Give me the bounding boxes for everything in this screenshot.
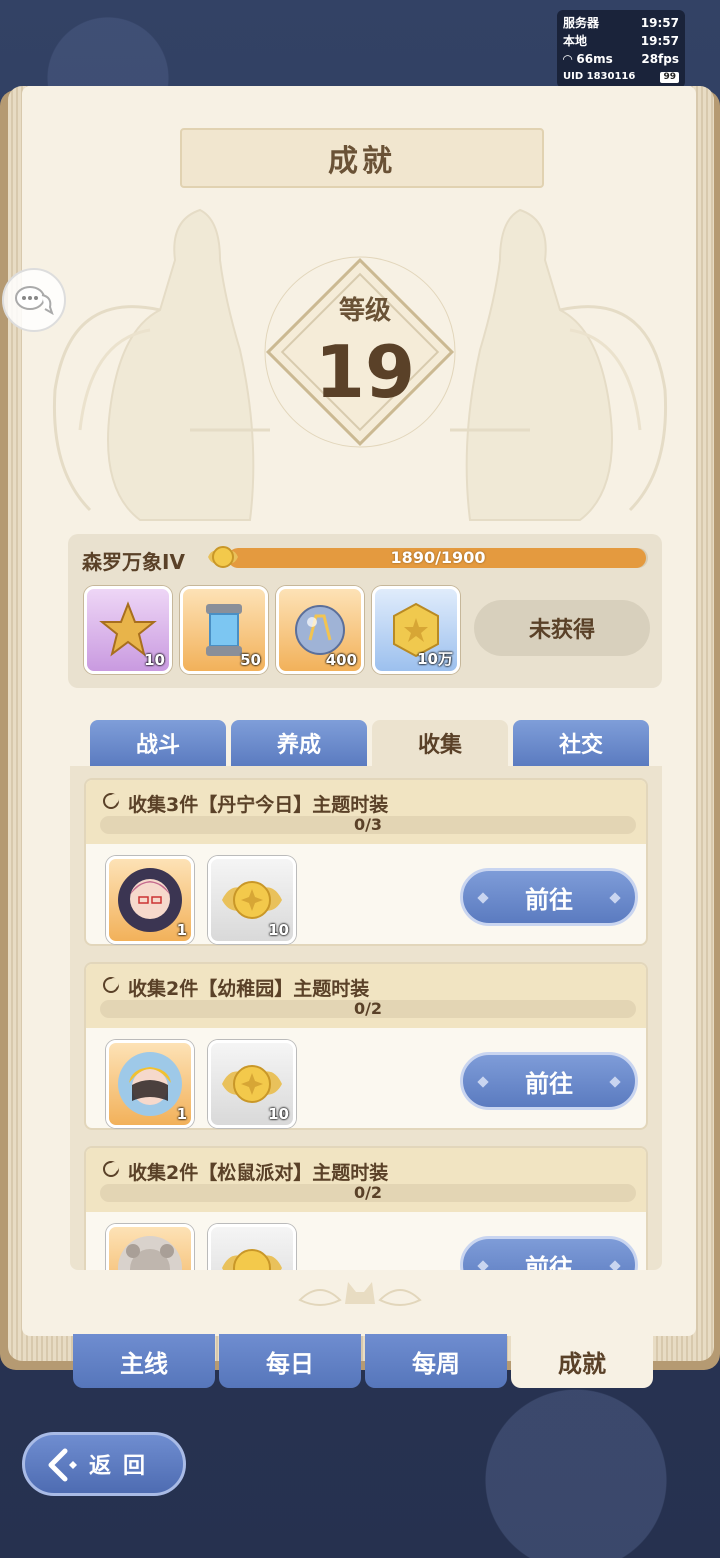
back-button[interactable]: 返回 [22,1432,186,1496]
rank-reward-4[interactable]: 10万 [372,586,460,674]
winged-coin-icon [208,546,238,568]
character-costume-icon [118,868,182,932]
go-button-label: 前往 [525,885,573,914]
go-button-label: 前往 [525,1069,573,1098]
reward-qty: 400 [325,651,357,669]
chat-icon [15,286,54,315]
reward-item[interactable]: 10 [208,1040,296,1128]
diamond-dot-icon [477,1076,489,1088]
go-button-label: 前往 [525,1253,573,1271]
rank-reward-3[interactable]: 400 [276,586,364,674]
level-value: 19 [314,330,416,414]
achievement-list[interactable]: 收集3件【丹宁今日】主题时装 0/3 1 10 前往 收集2件【幼稚园】主题时装… [70,766,662,1270]
cat-ornament-icon [298,1282,422,1306]
go-button[interactable]: 前往 [460,1052,638,1110]
achievement-title: 收集2件【松鼠派对】主题时装 [128,1162,389,1184]
reward-item[interactable]: 1 [106,1040,194,1128]
achievement-progress-text: 0/2 [353,999,383,1018]
wifi-icon: ◠ [563,52,573,66]
tab-weekly[interactable]: 每周 [365,1334,507,1388]
rank-panel: 森罗万象IV 1890/1900 10 50 400 10万 未获得 [68,534,662,688]
achievement-title: 收集2件【幼稚园】主题时装 [128,978,370,1000]
go-button[interactable]: 前往 [460,1236,638,1270]
back-button-label: 返回 [89,1454,158,1479]
character-costume-icon [118,1236,182,1270]
character-costume-icon [118,1052,182,1116]
angel-statue-right-icon [450,208,668,521]
local-label: 本地 [563,34,588,48]
reward-item[interactable]: 10 [208,856,296,944]
tab-main[interactable]: 主线 [73,1334,215,1388]
moon-bullet-icon [103,977,119,993]
server-label: 服务器 [563,16,600,30]
unobtained-button[interactable]: 未获得 [474,600,650,656]
tab-battle[interactable]: 战斗 [90,720,226,766]
rank-name: 森罗万象IV [82,550,185,574]
achievement-card: 收集2件【幼稚园】主题时装 0/2 1 10 前往 [84,962,648,1130]
uid-text: UID 1830116 [563,71,636,82]
rank-reward-2[interactable]: 50 [180,586,268,674]
moon-bullet-icon [103,1161,119,1177]
tab-development[interactable]: 养成 [231,720,367,766]
back-arrow-icon [48,1448,77,1482]
tab-achievement[interactable]: 成就 [511,1334,653,1388]
rank-reward-1[interactable]: 10 [84,586,172,674]
reward-item[interactable]: 1 [106,856,194,944]
ping-value: ◠ 66ms [563,50,613,68]
diamond-dot-icon [609,1260,621,1270]
local-time: 19:57 [640,34,679,48]
achievement-progress-text: 0/3 [353,815,383,834]
diamond-dot-icon [609,892,621,904]
reward-qty: 50 [240,651,261,669]
achievement-title: 收集3件【丹宁今日】主题时装 [128,794,389,816]
angel-statue-left-icon [52,208,270,521]
reward-item[interactable] [106,1224,194,1270]
server-time: 19:57 [640,16,679,30]
reward-qty: 1 [176,921,187,939]
diamond-dot-icon [477,892,489,904]
winged-coin-icon [222,1065,282,1103]
moon-bullet-icon [103,793,119,809]
achievement-card: 收集3件【丹宁今日】主题时装 0/3 1 10 前往 [84,778,648,946]
rank-progress-text: 1890/1900 [390,548,486,567]
reward-qty: 10 [268,921,289,939]
page-title: 成就 [180,128,544,188]
tab-social[interactable]: 社交 [513,720,649,766]
winged-coin-icon [222,881,282,919]
tab-daily[interactable]: 每日 [219,1334,361,1388]
level-label: 等级 [338,296,391,326]
tab-collection[interactable]: 收集 [372,720,508,766]
achievement-card: 收集2件【松鼠派对】主题时装 0/2 前往 [84,1146,648,1270]
reward-qty: 1 [176,1105,187,1123]
diamond-dot-icon [477,1260,489,1270]
reward-item[interactable] [208,1224,296,1270]
chat-button[interactable] [2,268,66,332]
reward-qty: 10 [144,651,165,669]
reward-qty: 10万 [417,650,453,668]
achievement-progress-text: 0/2 [353,1183,383,1202]
status-overlay: 服务器 19:57 本地 19:57 ◠ 66ms 28fps UID 183011… [557,10,685,88]
fps-value: 28fps [641,52,679,66]
winged-coin-icon [222,1249,282,1270]
battery-icon: 99 [660,71,679,83]
diamond-dot-icon [609,1076,621,1088]
go-button[interactable]: 前往 [460,868,638,926]
ping-text: 66ms [576,52,613,66]
reward-qty: 10 [268,1105,289,1123]
